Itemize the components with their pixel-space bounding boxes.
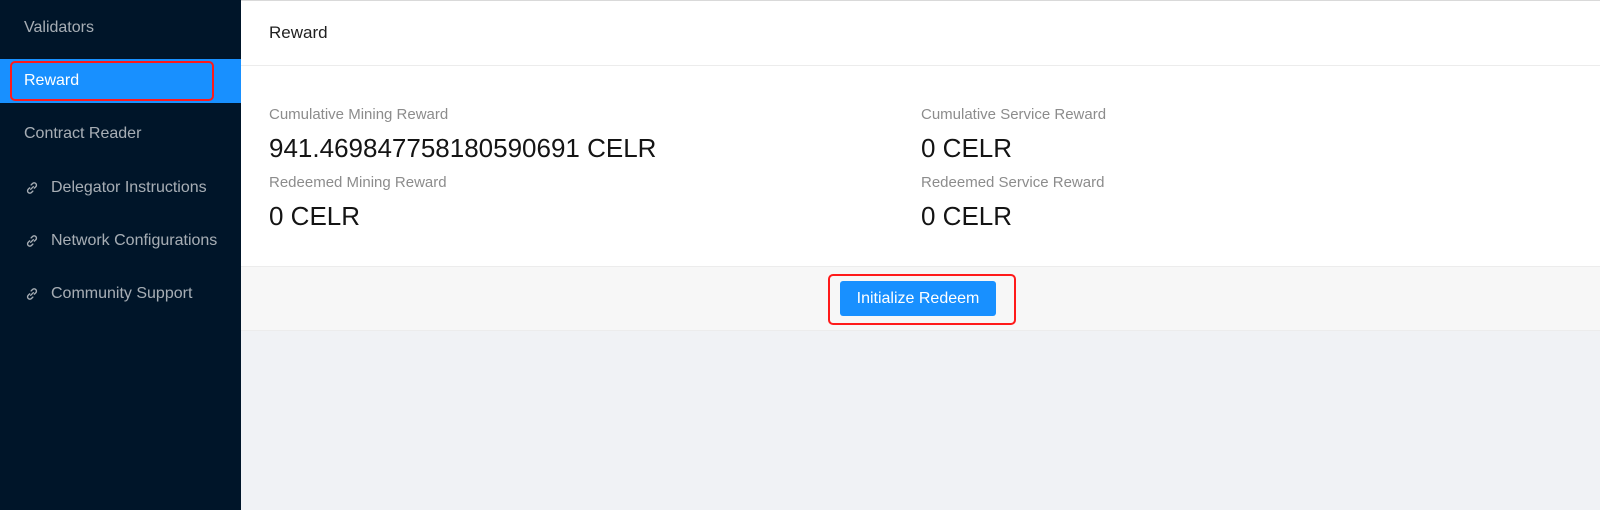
stat-redeemed-mining-reward: Redeemed Mining Reward 0 CELR: [269, 173, 447, 233]
card-title: Reward: [241, 1, 1600, 66]
stat-label: Cumulative Mining Reward: [269, 106, 449, 123]
link-icon: [24, 233, 40, 249]
sidebar-item-label: Contract Reader: [24, 125, 142, 142]
page-title: Reward: [269, 23, 328, 42]
stat-label: Redeemed Service Reward: [921, 174, 1105, 191]
stat-value: 0 CELR: [921, 201, 1013, 231]
sidebar-item-community-support[interactable]: Community Support: [0, 272, 241, 316]
stat-label: Cumulative Service Reward: [921, 106, 1107, 123]
sidebar-item-reward[interactable]: Reward: [0, 59, 241, 103]
stat-value: 0 CELR: [921, 133, 1013, 163]
sidebar-item-contract-reader[interactable]: Contract Reader: [0, 112, 241, 156]
sidebar-item-validators[interactable]: Validators: [0, 6, 241, 50]
sidebar-item-network-configurations[interactable]: Network Configurations: [0, 219, 241, 263]
link-icon: [24, 286, 40, 302]
sidebar-item-label: Community Support: [51, 285, 193, 302]
stat-label: Redeemed Mining Reward: [269, 174, 447, 191]
sidebar-item-label: Validators: [24, 19, 94, 36]
app-window: Validators Reward Contract Reader Delega…: [0, 0, 1600, 510]
reward-card: Reward Cumulative Mining Reward 941.4698…: [241, 0, 1600, 331]
initialize-redeem-button[interactable]: Initialize Redeem: [840, 281, 996, 316]
link-icon: [24, 180, 40, 196]
stat-value: 0 CELR: [269, 201, 361, 231]
stat-value: 941.469847758180590691 CELR: [269, 133, 657, 163]
card-actions: Initialize Redeem: [241, 266, 1600, 331]
sidebar-item-delegator-instructions[interactable]: Delegator Instructions: [0, 166, 241, 210]
sidebar: Validators Reward Contract Reader Delega…: [0, 0, 241, 510]
sidebar-item-label: Network Configurations: [51, 232, 218, 249]
sidebar-item-label: Reward: [24, 72, 80, 89]
stat-cumulative-mining-reward: Cumulative Mining Reward 941.46984775818…: [269, 105, 656, 165]
stat-cumulative-service-reward: Cumulative Service Reward 0 CELR: [921, 105, 1106, 165]
sidebar-item-label: Delegator Instructions: [51, 179, 207, 196]
main-content: Reward Cumulative Mining Reward 941.4698…: [241, 0, 1600, 510]
stat-redeemed-service-reward: Redeemed Service Reward 0 CELR: [921, 173, 1104, 233]
